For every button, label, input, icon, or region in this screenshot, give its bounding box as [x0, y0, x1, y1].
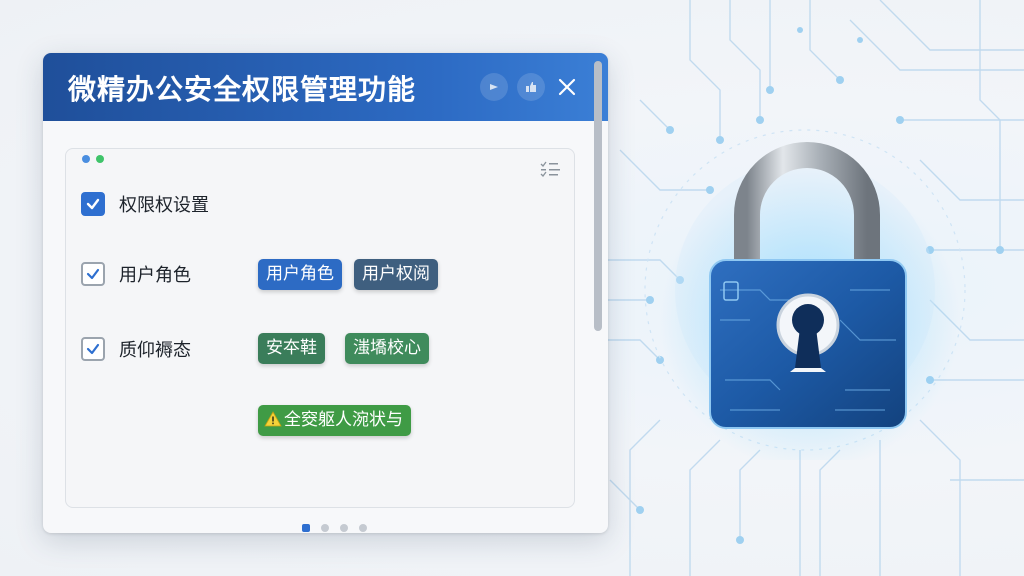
title-bar: 微精办公安全权限管理功能 [43, 53, 608, 121]
vertical-scrollbar[interactable] [594, 61, 602, 331]
tag-alert[interactable]: 全窔躯人涴状与 [258, 405, 411, 436]
checkbox-status[interactable] [81, 337, 105, 361]
settings-panel: 权限权设置 用户角色 用户角色 用户权阅 质仰褥态 安夲鞋 滍墧校心 全窔躯人涴… [65, 148, 575, 532]
tag-security[interactable]: 安夲鞋 [258, 333, 325, 364]
alert-label: 全窔躯人涴状与 [284, 410, 403, 430]
window-title: 微精办公安全权限管理功能 [68, 73, 417, 106]
permission-dialog: 微精办公安全权限管理功能 权限权设置 用户角色 用户角色 用户权阅 质仰褥态 安… [43, 53, 608, 533]
close-button[interactable] [553, 73, 581, 101]
check-icon [86, 343, 100, 355]
pager-dot[interactable] [340, 524, 348, 532]
padlock-illustration [660, 142, 960, 460]
indicator-dot-green [96, 155, 104, 163]
tag-user-access[interactable]: 用户权阅 [354, 259, 438, 290]
row-label: 权限权设置 [119, 195, 209, 216]
row-label: 质仰褥态 [119, 340, 191, 361]
checkbox-user-role[interactable] [81, 262, 105, 286]
tag-verify[interactable]: 滍墧校心 [345, 333, 429, 364]
checklist-icon[interactable] [540, 161, 562, 179]
row-status[interactable]: 质仰褥态 [81, 336, 191, 362]
pager-dot[interactable] [321, 524, 329, 532]
check-icon [86, 198, 100, 210]
check-icon [86, 268, 100, 280]
indicator-dot-blue [82, 155, 90, 163]
thumbs-icon [526, 82, 536, 92]
warning-icon [264, 411, 282, 427]
pin-button[interactable] [480, 73, 508, 101]
pager-dot-active[interactable] [302, 524, 310, 532]
checkbox-permission-settings[interactable] [81, 192, 105, 216]
pager-dot[interactable] [359, 524, 367, 532]
row-user-role[interactable]: 用户角色 [81, 261, 191, 287]
tag-user-role[interactable]: 用户角色 [258, 259, 342, 290]
background: 微精办公安全权限管理功能 权限权设置 用户角色 用户角色 用户权阅 质仰褥态 安… [0, 0, 1024, 576]
row-label: 用户角色 [119, 265, 191, 286]
close-icon [558, 78, 576, 96]
thumbs-button[interactable] [517, 73, 545, 101]
row-permission-settings[interactable]: 权限权设置 [81, 191, 209, 217]
pin-icon [490, 84, 498, 90]
